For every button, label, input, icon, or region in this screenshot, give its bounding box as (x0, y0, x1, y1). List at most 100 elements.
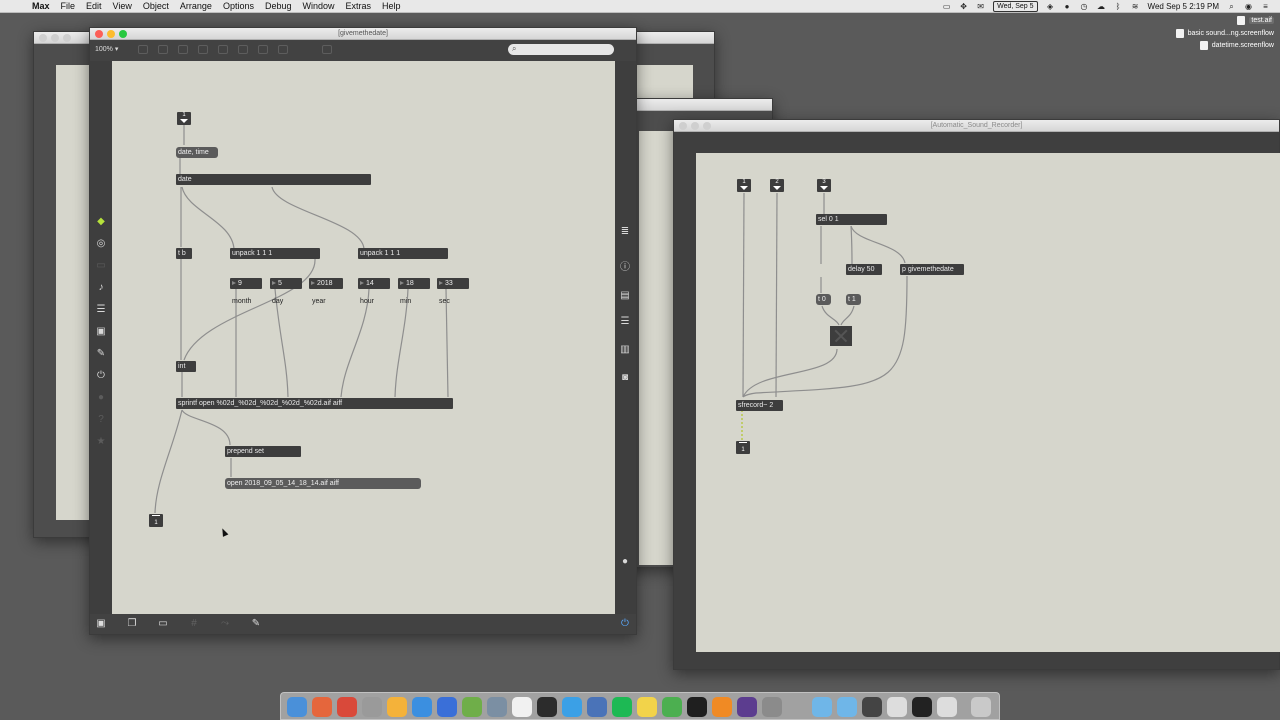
sprintf-object[interactable]: sprintf open %02d_%02d_%02d_%02d_%02d.ai… (176, 398, 453, 409)
app-icon[interactable] (512, 697, 532, 717)
inlet-number[interactable]: 3 (817, 179, 831, 192)
terminal-icon[interactable] (687, 697, 707, 717)
desktop-file[interactable]: test.aif (1237, 16, 1274, 25)
siri-icon[interactable]: ◉ (1244, 2, 1253, 11)
app-icon[interactable] (637, 697, 657, 717)
menu-file[interactable]: File (61, 1, 76, 11)
spotlight-search-icon[interactable]: ⌕ (1227, 2, 1236, 11)
minimize-button[interactable] (691, 122, 699, 130)
firefox-icon[interactable] (312, 697, 332, 717)
trigger-object[interactable]: t b (176, 248, 192, 259)
note-icon[interactable]: ♪ (94, 281, 108, 295)
window-titlebar[interactable]: [givemethedate] (90, 28, 636, 40)
messages-icon[interactable] (562, 697, 582, 717)
menu-edit[interactable]: Edit (86, 1, 102, 11)
lock-icon[interactable]: ▣ (94, 617, 108, 631)
prepend-object[interactable]: prepend set (225, 446, 301, 457)
spotify-icon[interactable] (612, 697, 632, 717)
inlet-number[interactable]: 1 (177, 112, 191, 125)
cursor-icon[interactable]: ✥ (959, 2, 968, 11)
minimize-button[interactable] (107, 30, 115, 38)
int-object[interactable]: int (176, 361, 196, 372)
timemachine-icon[interactable]: ◷ (1080, 2, 1089, 11)
zoom-button[interactable] (119, 30, 127, 38)
sfrecord-object[interactable]: sfrecord~ 2 (736, 400, 783, 411)
app-icon[interactable] (912, 697, 932, 717)
wifi-icon[interactable]: ≋ (1131, 2, 1140, 11)
menu-options[interactable]: Options (223, 1, 254, 11)
unpack-object[interactable]: unpack 1 1 1 (230, 248, 320, 259)
list-view-icon[interactable]: ☰ (618, 315, 632, 329)
record-toggle[interactable] (830, 326, 852, 346)
bluetooth-icon[interactable]: ᛒ (1114, 2, 1123, 11)
app-icon[interactable] (762, 697, 782, 717)
message-box[interactable]: t 1 (846, 294, 861, 305)
app-icon[interactable] (462, 697, 482, 717)
book-icon[interactable]: ▥ (618, 343, 632, 357)
message-box[interactable]: t 0 (816, 294, 831, 305)
presentation-icon[interactable]: ❐ (125, 617, 139, 631)
power-icon[interactable]: ⏻ (618, 617, 632, 631)
notification-center-icon[interactable]: ≡ (1261, 2, 1270, 11)
close-button[interactable] (679, 122, 687, 130)
number-box[interactable]: 18 (398, 278, 430, 289)
date-object[interactable]: date (176, 174, 371, 185)
image-icon[interactable]: ▣ (94, 325, 108, 339)
document-icon[interactable] (937, 697, 957, 717)
inlet-number[interactable]: 1 (737, 179, 751, 192)
unpack-object[interactable]: unpack 1 1 1 (358, 248, 448, 259)
number-box[interactable]: 9 (230, 278, 262, 289)
reference-icon[interactable]: ▤ (618, 289, 632, 303)
vlc-icon[interactable] (712, 697, 732, 717)
menu-object[interactable]: Object (143, 1, 169, 11)
cube-icon[interactable]: ◆ (94, 215, 108, 229)
chrome-icon[interactable] (337, 697, 357, 717)
app-icon[interactable] (662, 697, 682, 717)
zoom-menu[interactable]: 100% ▾ (95, 45, 118, 53)
result-message[interactable]: open 2018_09_05_14_18_14.aif aiff (225, 478, 421, 489)
menu-debug[interactable]: Debug (265, 1, 292, 11)
paperclip-icon[interactable]: ✎ (94, 347, 108, 361)
menu-help[interactable]: Help (382, 1, 401, 11)
desktop-file[interactable]: datetime.screenflow (1199, 41, 1274, 50)
screen-icon[interactable]: ▭ (942, 2, 951, 11)
sound-recorder-window[interactable]: [Automatic_Sound_Recorder] 1 2 3 sel 0 1… (673, 119, 1280, 670)
app-icon[interactable] (387, 697, 407, 717)
select-object[interactable]: sel 0 1 (816, 214, 887, 225)
camera-icon[interactable]: ◙ (618, 371, 632, 385)
wrench-icon[interactable]: ✎ (249, 617, 263, 631)
menu-window[interactable]: Window (303, 1, 335, 11)
audio-level-slider[interactable]: ● (618, 555, 632, 569)
safari-icon[interactable] (362, 697, 382, 717)
delay-object[interactable]: delay 50 (846, 264, 882, 275)
trash-icon[interactable] (971, 697, 991, 717)
patcher-canvas[interactable]: 1 2 3 sel 0 1 delay 50 p givemethedate t… (696, 153, 1280, 652)
record-icon[interactable]: ● (1063, 2, 1072, 11)
window-titlebar[interactable] (621, 99, 772, 111)
folder-icon[interactable] (837, 697, 857, 717)
app-icon[interactable] (737, 697, 757, 717)
menu-view[interactable]: View (113, 1, 132, 11)
app-icon[interactable] (587, 697, 607, 717)
patcher-canvas[interactable]: 1 date, time date t b unpack 1 1 1 unpac… (112, 61, 615, 616)
desktop-file[interactable]: basic sound...ng.screenflow (1175, 29, 1274, 38)
cloud-icon[interactable]: ☁ (1097, 2, 1106, 11)
date-badge[interactable]: Wed, Sep 5 (993, 1, 1038, 12)
monitor-icon[interactable]: ▭ (156, 617, 170, 631)
search-input[interactable]: ⌕ (508, 44, 614, 55)
number-box[interactable]: 33 (437, 278, 469, 289)
minimize-button[interactable] (51, 34, 59, 42)
dropbox-icon[interactable]: ◈ (1046, 2, 1055, 11)
menu-extras[interactable]: Extras (346, 1, 372, 11)
outlet-number[interactable]: 1 (736, 441, 750, 454)
mail-icon[interactable]: ✉ (976, 2, 985, 11)
console-icon[interactable]: ≣ (618, 225, 632, 239)
givemethedate-window[interactable]: [givemethedate] 100% ▾ ⌕ ◆ ◎ ▭ ♪ ☰ ▣ ✎ ⏻… (89, 27, 637, 635)
app-icon[interactable] (862, 697, 882, 717)
close-button[interactable] (95, 30, 103, 38)
finder-icon[interactable] (287, 697, 307, 717)
menu-app-max[interactable]: Max (32, 1, 50, 11)
info-icon[interactable]: ⓘ (618, 261, 632, 275)
document-icon[interactable] (887, 697, 907, 717)
plug-icon[interactable]: ⏻ (94, 369, 108, 383)
